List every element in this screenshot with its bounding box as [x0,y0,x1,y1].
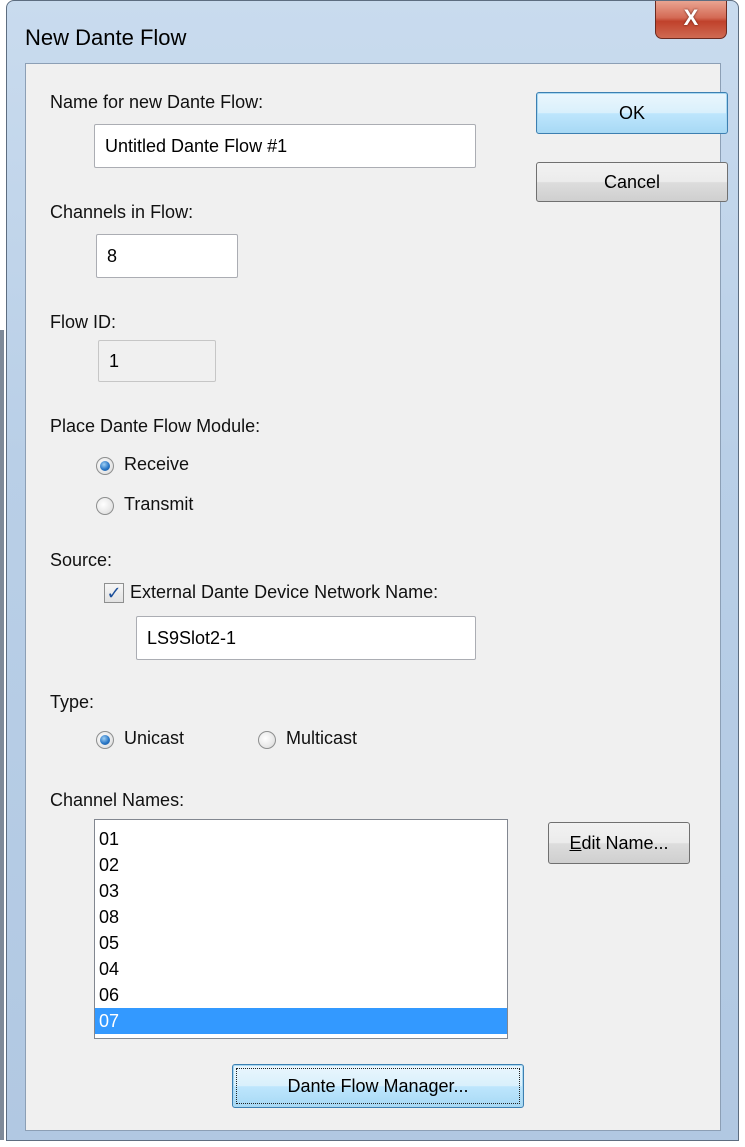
edit-name-button[interactable]: Edit Name... [548,822,690,864]
name-field[interactable]: Untitled Dante Flow #1 [94,124,476,168]
list-item[interactable]: 02 [95,852,507,878]
unicast-radio[interactable] [96,731,114,749]
list-item[interactable]: 01 [95,826,507,852]
dante-flow-manager-button[interactable]: Dante Flow Manager... [232,1064,524,1108]
multicast-radio[interactable] [258,731,276,749]
unicast-radio-label[interactable]: Unicast [124,728,184,749]
checkmark-icon: ✓ [106,583,122,603]
list-item[interactable]: 08 [95,904,507,930]
receive-radio[interactable] [96,457,114,475]
close-button[interactable]: X [655,1,727,39]
channel-names-label: Channel Names: [50,790,185,810]
list-item[interactable]: 05 [95,930,507,956]
multicast-radio-label[interactable]: Multicast [286,728,357,749]
list-item-selected[interactable]: 07 [95,1008,507,1034]
type-label: Type: [50,692,95,712]
channel-names-listbox[interactable]: 01 02 03 08 05 04 06 07 [94,819,508,1039]
external-device-name-field[interactable]: LS9Slot2-1 [136,616,476,660]
place-module-label: Place Dante Flow Module: [50,416,261,436]
receive-radio-label[interactable]: Receive [124,454,189,475]
close-icon: X [683,5,699,30]
focus-rectangle [236,1068,520,1104]
cancel-button[interactable]: Cancel [536,162,728,202]
dialog-window: New Dante Flow X Name for new Dante Flow… [6,0,739,1141]
channels-field[interactable]: 8 [96,234,238,278]
source-label: Source: [50,550,113,570]
transmit-radio[interactable] [96,497,114,515]
list-item[interactable]: 06 [95,982,507,1008]
window-edge-scrollbar [0,330,4,1140]
name-label: Name for new Dante Flow: [50,92,264,112]
flow-id-label: Flow ID: [50,312,117,332]
list-item[interactable]: 03 [95,878,507,904]
flow-id-field: 1 [98,340,216,382]
ok-button[interactable]: OK [536,92,728,134]
dialog-title: New Dante Flow [25,25,187,50]
dialog-client-area: Name for new Dante Flow: Untitled Dante … [25,63,728,1131]
list-item[interactable]: 04 [95,956,507,982]
channels-label: Channels in Flow: [50,202,194,222]
external-device-label[interactable]: External Dante Device Network Name: [130,582,438,603]
edit-name-accelerator: E [569,833,582,853]
edit-name-button-label: dit Name... [581,833,669,853]
external-device-checkbox[interactable]: ✓ [104,583,124,603]
transmit-radio-label[interactable]: Transmit [124,494,193,515]
